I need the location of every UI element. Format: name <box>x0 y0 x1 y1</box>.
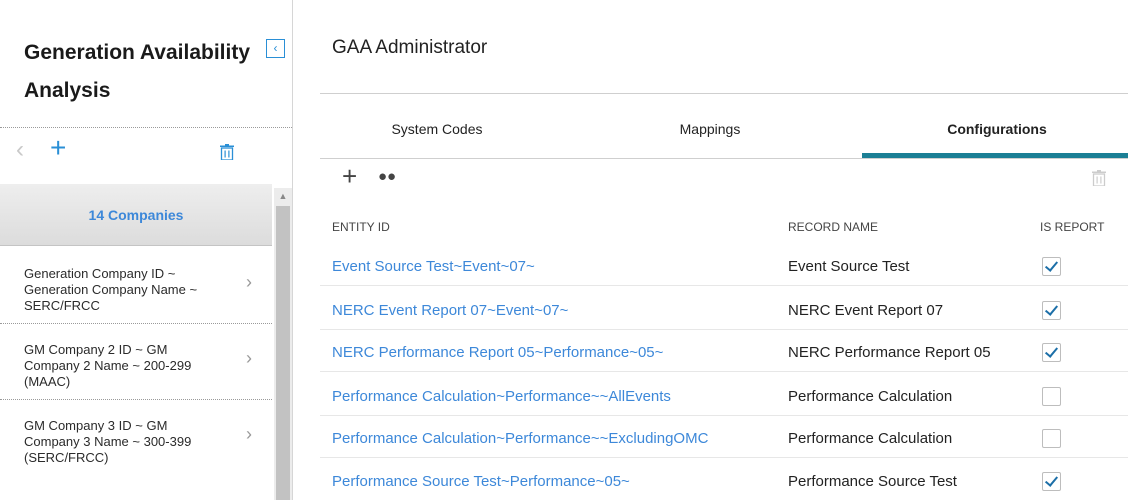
list-item-label: GM Company 3 ID ~ GM Company 3 Name ~ 30… <box>24 418 192 465</box>
chevron-left-icon[interactable]: ‹ <box>16 136 24 164</box>
scroll-up-arrow-icon[interactable]: ▲ <box>274 188 292 204</box>
scrollbar-thumb[interactable] <box>276 206 290 500</box>
plus-icon[interactable]: + <box>50 132 66 164</box>
list-item-label: GM Company 2 ID ~ GM Company 2 Name ~ 20… <box>24 342 192 389</box>
entity-id-link[interactable]: Performance Calculation~Performance~~Exc… <box>332 430 708 447</box>
chevron-left-icon: ‹ <box>273 41 278 55</box>
company-list: 14 Companies Generation Company ID ~ Gen… <box>0 184 272 500</box>
entity-id-link[interactable]: Event Source Test~Event~07~ <box>332 258 535 275</box>
record-name-cell: Event Source Test <box>788 258 910 275</box>
list-item-label: Generation Company ID ~ Generation Compa… <box>24 266 198 313</box>
list-item[interactable]: GM Company 2 ID ~ GM Company 2 Name ~ 20… <box>0 324 272 400</box>
is-report-checkbox[interactable] <box>1042 257 1061 276</box>
divider <box>320 158 1128 159</box>
entity-id-link[interactable]: Performance Calculation~Performance~~All… <box>332 388 671 405</box>
list-scrollbar[interactable]: ▲ <box>274 188 292 500</box>
sidebar-title: Generation Availability Analysis <box>24 41 251 102</box>
left-panel: Generation Availability Analysis ‹ ‹ + 1… <box>0 0 292 500</box>
record-name-cell: Performance Calculation <box>788 388 953 405</box>
active-tab-indicator <box>862 153 1128 158</box>
table-row[interactable]: NERC Performance Report 05~Performance~0… <box>320 335 1128 372</box>
column-header-entity-id[interactable]: ENTITY ID <box>332 220 390 234</box>
trash-icon[interactable] <box>1092 170 1106 186</box>
record-name-cell: Performance Calculation <box>788 430 953 447</box>
tab-system-codes[interactable]: System Codes <box>362 121 512 137</box>
page-title: GAA Administrator <box>332 37 488 58</box>
table-row[interactable]: NERC Event Report 07~Event~07~ NERC Event… <box>320 293 1128 330</box>
is-report-checkbox[interactable] <box>1042 301 1061 320</box>
plus-icon[interactable]: + <box>342 161 357 192</box>
column-header-record-name[interactable]: RECORD NAME <box>788 220 878 234</box>
entity-id-link[interactable]: NERC Performance Report 05~Performance~0… <box>332 344 663 361</box>
list-header: 14 Companies <box>0 184 272 246</box>
tab-mappings[interactable]: Mappings <box>650 121 770 137</box>
list-item[interactable]: GM Company 3 ID ~ GM Company 3 Name ~ 30… <box>0 400 272 476</box>
is-report-checkbox[interactable] <box>1042 387 1061 406</box>
chevron-right-icon: › <box>246 272 252 292</box>
column-header-is-report[interactable]: IS REPORT <box>1040 220 1104 234</box>
table-row[interactable]: Performance Source Test~Performance~05~ P… <box>320 464 1128 500</box>
table-row[interactable]: Performance Calculation~Performance~~Exc… <box>320 421 1128 458</box>
entity-id-link[interactable]: NERC Event Report 07~Event~07~ <box>332 302 568 319</box>
chevron-right-icon: › <box>246 424 252 444</box>
record-name-cell: NERC Performance Report 05 <box>788 344 991 361</box>
table-row[interactable]: Event Source Test~Event~07~ Event Source … <box>320 249 1128 286</box>
list-item[interactable]: Generation Company ID ~ Generation Compa… <box>0 248 272 324</box>
is-report-checkbox[interactable] <box>1042 429 1061 448</box>
panel-divider <box>292 0 293 500</box>
divider <box>320 93 1128 94</box>
table-row[interactable]: Performance Calculation~Performance~~All… <box>320 379 1128 416</box>
entity-id-link[interactable]: Performance Source Test~Performance~05~ <box>332 473 630 490</box>
is-report-checkbox[interactable] <box>1042 343 1061 362</box>
record-name-cell: Performance Source Test <box>788 473 957 490</box>
trash-icon[interactable] <box>220 144 234 160</box>
tab-configurations[interactable]: Configurations <box>912 121 1082 137</box>
is-report-checkbox[interactable] <box>1042 472 1061 491</box>
record-name-cell: NERC Event Report 07 <box>788 302 944 319</box>
binoculars-icon[interactable]: ●● <box>378 168 396 185</box>
collapse-sidebar-button[interactable]: ‹ <box>266 39 285 58</box>
chevron-right-icon: › <box>246 348 252 368</box>
sidebar-toolbar: ‹ + <box>0 128 292 172</box>
